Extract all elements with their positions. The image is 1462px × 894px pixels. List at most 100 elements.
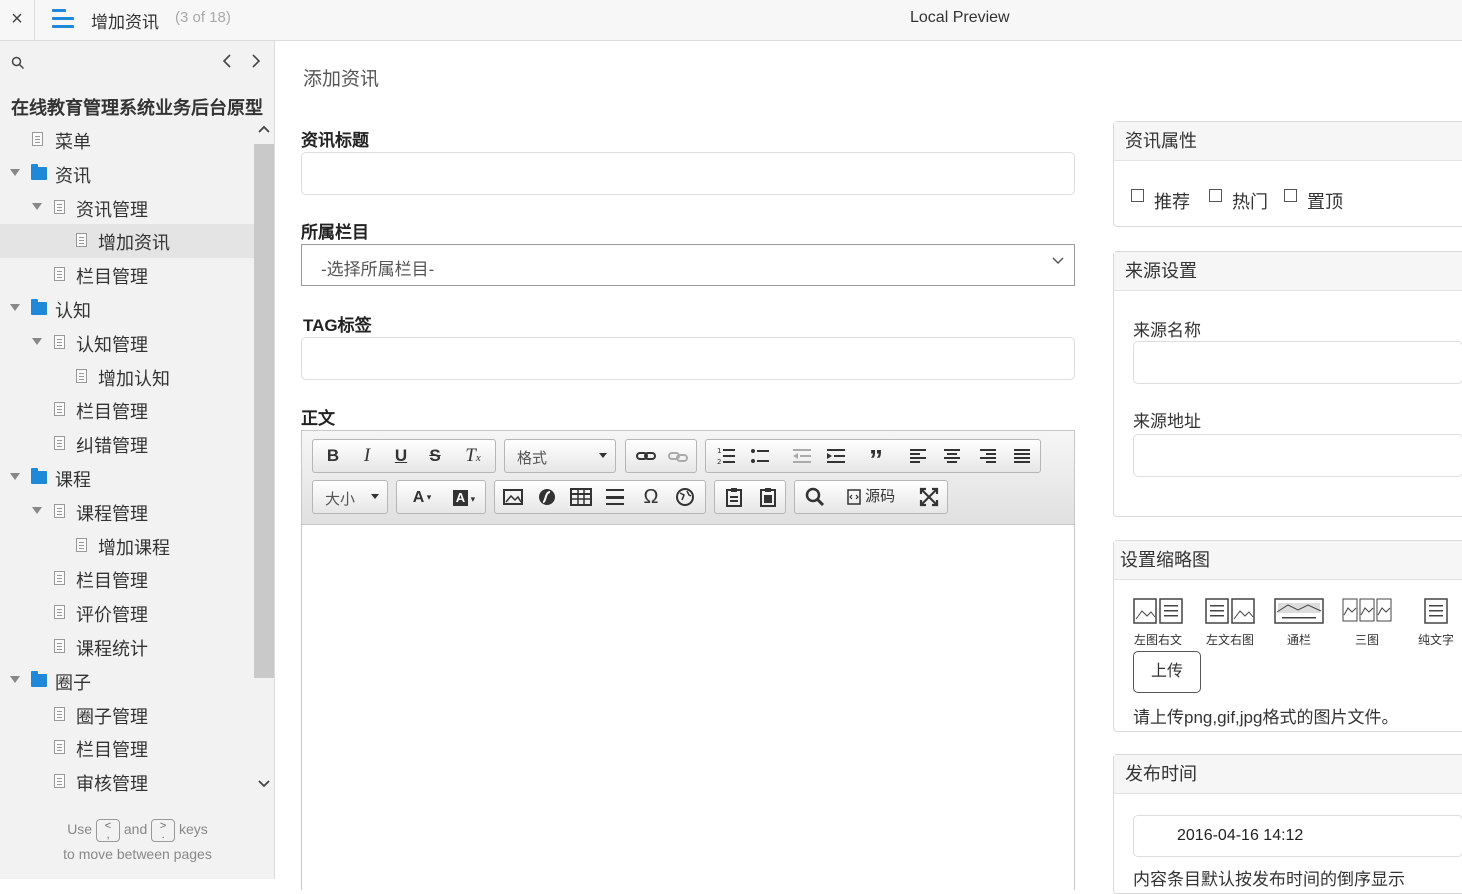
page-icon bbox=[76, 537, 87, 552]
upload-button[interactable]: 上传 bbox=[1133, 651, 1201, 693]
sidebar-item[interactable]: 增加资讯 bbox=[0, 224, 254, 259]
expand-arrow-icon[interactable] bbox=[10, 472, 20, 480]
sidebar-item-label: 增加认知 bbox=[98, 368, 170, 389]
menu-icon[interactable] bbox=[52, 9, 74, 29]
expand-arrow-icon[interactable] bbox=[10, 168, 20, 176]
align-center-icon[interactable] bbox=[936, 440, 968, 472]
flash-icon[interactable] bbox=[531, 481, 563, 513]
link-icon[interactable] bbox=[632, 440, 660, 472]
image-icon[interactable] bbox=[497, 481, 529, 513]
chevron-left-icon[interactable] bbox=[219, 52, 235, 70]
layout-right-image[interactable]: 左文右图 bbox=[1204, 597, 1256, 648]
scroll-down-icon[interactable] bbox=[257, 779, 271, 789]
sidebar-item[interactable]: 增加课程 bbox=[0, 529, 254, 563]
expand-arrow-icon[interactable] bbox=[10, 303, 20, 311]
sidebar-item[interactable]: 圈子管理 bbox=[0, 698, 254, 732]
sidebar-item[interactable]: 审核管理 bbox=[0, 765, 254, 799]
tools-group: 源码 bbox=[794, 480, 948, 514]
format-label: 格式 bbox=[517, 450, 548, 467]
background-color-icon[interactable]: A ▾ bbox=[445, 481, 483, 513]
attributes-panel-title: 资讯属性 bbox=[1114, 122, 1462, 161]
sidebar-item[interactable]: 栏目管理 bbox=[0, 393, 254, 427]
hint-and: and bbox=[123, 821, 148, 837]
scroll-up-icon[interactable] bbox=[257, 124, 271, 134]
paste-word-icon[interactable] bbox=[753, 481, 783, 513]
expand-arrow-icon[interactable] bbox=[32, 337, 42, 345]
bulleted-list-icon[interactable] bbox=[744, 440, 776, 472]
sidebar-item[interactable]: 增加认知 bbox=[0, 360, 254, 394]
sidebar-item[interactable]: 认知 bbox=[0, 292, 254, 326]
align-justify-icon[interactable] bbox=[1006, 440, 1038, 472]
source-url-input[interactable] bbox=[1133, 434, 1462, 477]
sidebar-item-label: 栏目管理 bbox=[76, 267, 148, 288]
maximize-icon[interactable] bbox=[913, 481, 945, 513]
layout-three-images[interactable]: 三图 bbox=[1342, 597, 1392, 648]
category-label: 所属栏目 bbox=[301, 223, 369, 242]
sidebar-item[interactable]: 菜单 bbox=[0, 123, 254, 157]
prev-key: <, bbox=[95, 818, 120, 842]
expand-arrow-icon[interactable] bbox=[10, 675, 20, 683]
banner-image-icon bbox=[1274, 598, 1324, 624]
sidebar-scrollbar[interactable] bbox=[254, 144, 274, 678]
paste-text-icon[interactable] bbox=[719, 481, 749, 513]
underline-icon[interactable]: U bbox=[385, 440, 417, 472]
sidebar-item[interactable]: 栏目管理 bbox=[0, 258, 254, 292]
paste-group bbox=[714, 480, 786, 514]
expand-arrow-icon[interactable] bbox=[32, 506, 42, 514]
page-icon bbox=[54, 571, 65, 586]
checkbox-pin[interactable]: 置顶 bbox=[1284, 188, 1343, 214]
tag-input[interactable] bbox=[301, 337, 1075, 380]
sidebar-item[interactable]: 圈子 bbox=[0, 664, 254, 698]
strikethrough-icon[interactable]: S bbox=[419, 440, 451, 472]
sidebar-item[interactable]: 课程 bbox=[0, 461, 254, 495]
chevron-right-icon[interactable] bbox=[248, 52, 264, 70]
editor-toolbar: B I U S Tx 格式 1 2 ” 大小 A ▾ A ▾ Ω 源码 bbox=[302, 431, 1074, 525]
align-right-icon[interactable] bbox=[972, 440, 1004, 472]
close-button[interactable]: × bbox=[0, 0, 35, 40]
sidebar-item[interactable]: 栏目管理 bbox=[0, 562, 254, 596]
sidebar-item[interactable]: 评价管理 bbox=[0, 596, 254, 630]
sidebar-item[interactable]: 资讯管理 bbox=[0, 191, 254, 225]
search-icon[interactable] bbox=[11, 56, 25, 70]
editor-content-area[interactable] bbox=[302, 526, 1074, 890]
special-char-icon[interactable]: Ω bbox=[635, 481, 667, 513]
sidebar-item[interactable]: 纠错管理 bbox=[0, 427, 254, 461]
unlink-icon[interactable] bbox=[664, 440, 692, 472]
expand-arrow-icon[interactable] bbox=[32, 202, 42, 210]
horizontal-rule-icon[interactable] bbox=[599, 481, 631, 513]
category-select[interactable]: -选择所属栏目- bbox=[301, 244, 1075, 286]
italic-icon[interactable]: I bbox=[351, 440, 383, 472]
iframe-icon[interactable] bbox=[669, 481, 701, 513]
align-left-icon[interactable] bbox=[902, 440, 934, 472]
source-name-input[interactable] bbox=[1133, 341, 1462, 384]
search-replace-icon[interactable] bbox=[799, 481, 831, 513]
layout-left-image[interactable]: 左图右文 bbox=[1132, 597, 1184, 648]
checkbox-recommend[interactable]: 推荐 bbox=[1131, 188, 1190, 214]
outdent-icon[interactable] bbox=[786, 440, 818, 472]
title-input[interactable] bbox=[301, 152, 1075, 195]
size-select[interactable]: 大小 bbox=[312, 480, 388, 514]
publish-datetime-input[interactable]: 2016-04-16 14:12 bbox=[1133, 815, 1462, 857]
blockquote-icon[interactable]: ” bbox=[860, 440, 892, 475]
indent-icon[interactable] bbox=[820, 440, 852, 472]
sidebar-item[interactable]: 课程管理 bbox=[0, 495, 254, 529]
sidebar-item[interactable]: 认知管理 bbox=[0, 326, 254, 360]
layout-banner[interactable]: 通栏 bbox=[1274, 597, 1324, 648]
sidebar-item[interactable]: 课程统计 bbox=[0, 630, 254, 664]
numbered-list-icon[interactable]: 12 bbox=[710, 440, 742, 472]
table-icon[interactable] bbox=[565, 481, 597, 513]
checkbox-hot[interactable]: 热门 bbox=[1209, 188, 1268, 214]
sidebar-item[interactable]: 栏目管理 bbox=[0, 731, 254, 765]
next-key: >. bbox=[151, 818, 176, 842]
main-content: 添加资讯 资讯标题 所属栏目 -选择所属栏目- TAG标签 正文 B I U S… bbox=[275, 41, 1462, 894]
format-select[interactable]: 格式 bbox=[504, 439, 616, 473]
text-color-icon[interactable]: A ▾ bbox=[403, 481, 441, 513]
insert-group: Ω bbox=[494, 480, 706, 514]
attributes-panel: 资讯属性 推荐 热门 置顶 bbox=[1113, 121, 1462, 227]
preview-label: Local Preview bbox=[910, 9, 1010, 26]
bold-icon[interactable]: B bbox=[317, 440, 349, 472]
remove-format-icon[interactable]: Tx bbox=[455, 440, 491, 472]
source-button[interactable]: 源码 bbox=[835, 481, 907, 513]
layout-text-only[interactable]: 纯文字 bbox=[1414, 597, 1458, 648]
sidebar-item[interactable]: 资讯 bbox=[0, 157, 254, 191]
